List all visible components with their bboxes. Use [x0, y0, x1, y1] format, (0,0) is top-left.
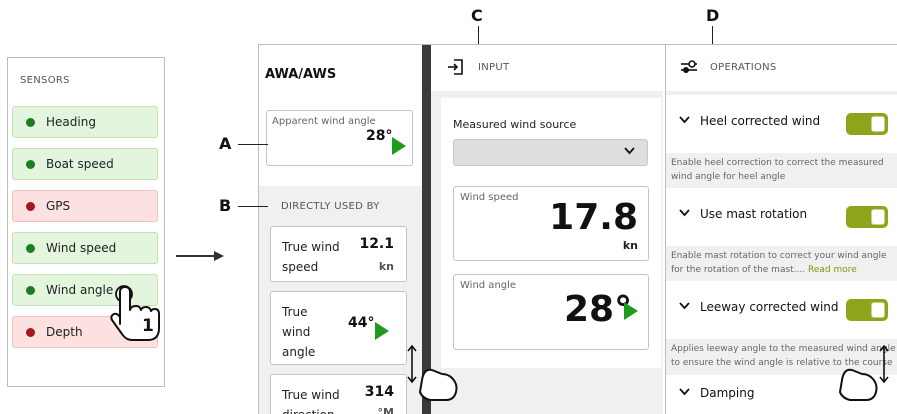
input-header: INPUT [431, 45, 663, 91]
input-column: INPUT Measured wind source Wind speed 17… [431, 45, 663, 414]
callout-c: C [471, 6, 483, 25]
callout-b-line [238, 206, 268, 207]
operation-name: Damping [700, 386, 755, 400]
sensor-label: GPS [46, 199, 71, 213]
callout-a: A [219, 134, 232, 153]
toggle-knob [871, 209, 885, 225]
directly-used-by-section: DIRECTLY USED BY True wind speed 12.1 kn… [259, 186, 422, 414]
true-wind-direction-card[interactable]: True wind direction 314 °M [270, 374, 407, 414]
wind-angle-card[interactable]: Wind angle 28° [453, 274, 649, 350]
card-unit: °M [377, 406, 394, 414]
card-label: True wind angle [282, 305, 316, 359]
sensor-label: Wind angle [46, 283, 114, 297]
wind-source-label: Measured wind source [453, 118, 577, 131]
description-line: Enable mast rotation to correct your win… [671, 251, 887, 261]
status-dot [26, 285, 35, 295]
chevron-down-icon [678, 385, 691, 398]
sensor-item-gps[interactable]: GPS [12, 190, 158, 222]
callout-d: D [706, 6, 720, 25]
operation-name: Leeway corrected wind [700, 300, 839, 314]
true-wind-speed-card[interactable]: True wind speed 12.1 kn [270, 226, 407, 282]
description-line: for the rotation of the mast.... [671, 265, 806, 275]
header-label: INPUT [478, 62, 510, 73]
wind-source-dropdown[interactable] [453, 139, 648, 166]
status-dot [26, 117, 35, 127]
sensor-label: Boat speed [46, 157, 114, 171]
awa-aws-column: AWA/AWS Apparent wind angle 28° DIRECTLY… [259, 45, 422, 414]
card-label: Apparent wind angle [272, 116, 376, 127]
status-dot [26, 243, 35, 253]
sliders-icon [680, 59, 698, 75]
sensors-title: SENSORS [20, 75, 70, 86]
heel-corrected-toggle[interactable] [846, 113, 888, 135]
chevron-down-icon [623, 144, 636, 157]
play-icon [392, 137, 406, 155]
description-line: Enable heel correction to correct the me… [671, 158, 884, 168]
sensor-label: Wind speed [46, 241, 117, 255]
step-number: 1 [142, 316, 154, 336]
description-line: wind angle for heel angle [671, 172, 786, 182]
card-value: 44° [348, 315, 375, 331]
card-value: 28° [366, 128, 393, 144]
status-dot [26, 327, 35, 337]
status-dot [26, 159, 35, 169]
sensor-item-boat-speed[interactable]: Boat speed [12, 148, 158, 180]
operation-heel-corrected-wind[interactable]: Heel corrected wind [666, 95, 897, 153]
read-more-link[interactable]: Read more [808, 265, 857, 275]
apparent-wind-angle-card[interactable]: Apparent wind angle 28° [266, 110, 413, 166]
scroll-gesture-icon [402, 340, 462, 404]
card-unit: kn [378, 260, 394, 273]
card-label: True wind speed [282, 240, 340, 274]
chevron-down-icon [678, 113, 691, 126]
section-title: DIRECTLY USED BY [281, 201, 380, 212]
operation-description: Enable mast rotation to correct your win… [671, 249, 896, 277]
wind-speed-value: 17.8 [549, 197, 638, 238]
arrow-right-icon [176, 250, 224, 262]
toggle-knob [871, 116, 885, 132]
toggle-knob [871, 302, 885, 318]
card-value: 12.1 [359, 236, 394, 252]
chevron-down-icon [678, 299, 691, 312]
operation-name: Use mast rotation [700, 207, 808, 221]
play-icon [375, 322, 389, 340]
sensors-panel: SENSORS Heading Boat speed GPS Wind spee… [7, 57, 165, 387]
operation-name: Heel corrected wind [700, 114, 821, 128]
operation-leeway-corrected-wind[interactable]: Leeway corrected wind [666, 281, 897, 339]
callout-a-line [238, 144, 268, 145]
status-dot [26, 201, 35, 211]
card-label: True wind direction [282, 388, 340, 414]
card-label: Wind speed [460, 192, 519, 203]
operation-use-mast-rotation[interactable]: Use mast rotation [666, 188, 897, 246]
card-label: Wind angle [460, 280, 517, 291]
input-icon [447, 58, 465, 76]
operation-description: Enable heel correction to correct the me… [671, 156, 896, 184]
scroll-gesture-icon [836, 340, 896, 404]
column-title: AWA/AWS [265, 67, 337, 82]
tap-hand-icon: 1 [110, 280, 162, 344]
sensor-item-wind-speed[interactable]: Wind speed [12, 232, 158, 264]
chevron-down-icon [678, 206, 691, 219]
true-wind-angle-card[interactable]: True wind angle 44° [270, 291, 407, 365]
leeway-corrected-toggle[interactable] [846, 299, 888, 321]
wind-speed-card[interactable]: Wind speed 17.8 kn [453, 186, 649, 261]
input-panel: Measured wind source Wind speed 17.8 kn … [441, 98, 661, 368]
card-value: 314 [364, 384, 394, 400]
wind-angle-value: 28° [564, 289, 633, 330]
wind-config-screen: AWA/AWS Apparent wind angle 28° DIRECTLY… [258, 44, 897, 414]
callout-b: B [219, 196, 232, 215]
sensor-label: Heading [46, 115, 96, 129]
sensor-label: Depth [46, 325, 83, 339]
sensor-item-heading[interactable]: Heading [12, 106, 158, 138]
wind-speed-unit: kn [622, 239, 638, 252]
mast-rotation-toggle[interactable] [846, 206, 888, 228]
play-icon [624, 302, 638, 320]
header-label: OPERATIONS [710, 62, 777, 73]
